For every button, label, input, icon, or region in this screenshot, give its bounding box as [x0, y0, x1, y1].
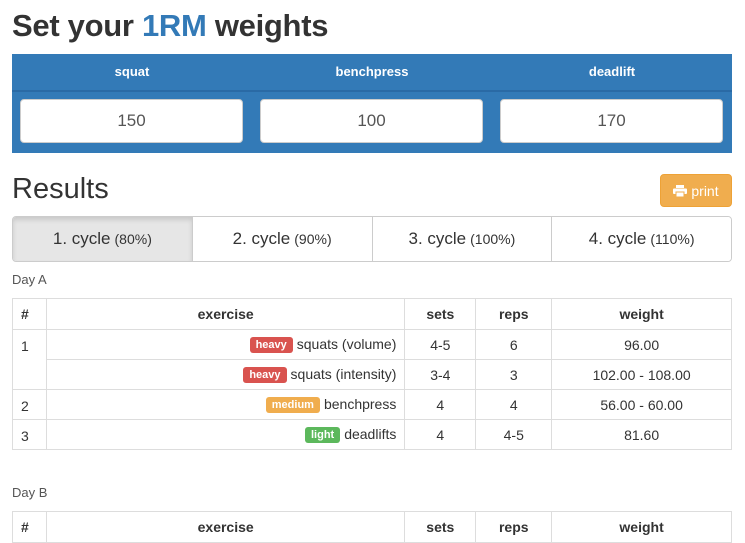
- day-b-table: # exercise sets reps weight: [12, 511, 732, 543]
- rm-label-benchpress: benchpress: [335, 64, 409, 79]
- table-header-row: # exercise sets reps weight: [12, 298, 732, 330]
- header-sets: sets: [404, 511, 477, 543]
- exercise-name: deadlifts: [344, 426, 397, 442]
- rm-label-squat: squat: [114, 64, 150, 79]
- day-a-label: Day A: [12, 272, 47, 287]
- table-row: 2 medium benchpress 4 4 56.00 - 60.00: [12, 389, 732, 420]
- exercise-cell: medium benchpress: [45, 389, 406, 420]
- header-weight: weight: [551, 298, 732, 330]
- weight-cell: 81.60: [551, 419, 732, 450]
- day-b-label: Day B: [12, 485, 48, 500]
- row-num: 1: [12, 329, 47, 390]
- sets-cell: 3-4: [404, 359, 477, 390]
- tab-label: 1. cycle: [52, 229, 111, 248]
- title-accent: 1RM: [141, 8, 207, 43]
- tab-cycle-4[interactable]: 4. cycle (110%): [552, 217, 731, 261]
- tab-percent: (100%): [470, 231, 516, 247]
- table-row: heavy squats (intensity) 3-4 3 102.00 - 1…: [13, 359, 732, 390]
- tab-percent: (80%): [114, 231, 152, 247]
- tab-label: 2. cycle: [232, 229, 291, 248]
- header-sets: sets: [404, 298, 477, 330]
- tab-percent: (110%): [650, 231, 695, 247]
- table-header-row: # exercise sets reps weight: [12, 511, 732, 543]
- intensity-badge: heavy: [249, 337, 293, 353]
- exercise-name: squats (intensity): [290, 366, 397, 382]
- header-reps: reps: [475, 511, 553, 543]
- weight-cell: 56.00 - 60.00: [551, 389, 732, 420]
- header-exercise: exercise: [45, 511, 406, 543]
- deadlift-input[interactable]: [500, 99, 723, 143]
- exercise-cell: heavy squats (intensity): [45, 359, 406, 390]
- header-num: #: [12, 298, 47, 330]
- sets-cell: 4: [404, 419, 477, 450]
- title-prefix: Set your: [12, 8, 134, 43]
- results-title: Results: [12, 173, 109, 205]
- sets-cell: 4: [404, 389, 477, 420]
- intensity-badge: light: [304, 427, 341, 443]
- row-num: 3: [12, 419, 47, 450]
- tab-cycle-3[interactable]: 3. cycle (100%): [372, 217, 553, 261]
- printer-icon: [673, 184, 688, 197]
- intensity-badge: heavy: [243, 367, 287, 383]
- weight-cell: 102.00 - 108.00: [551, 359, 732, 390]
- squat-input[interactable]: [20, 99, 243, 143]
- cycle-tabs: 1. cycle (80%) 2. cycle (90%) 3. cycle (100…: [12, 216, 732, 262]
- exercise-name: squats (volume): [296, 336, 397, 352]
- exercise-cell: heavy squats (volume): [45, 329, 406, 360]
- row-num: 2: [12, 389, 47, 420]
- header-num: #: [12, 511, 47, 543]
- rm-header-row: squat benchpress deadlift: [12, 54, 732, 92]
- reps-cell: 4-5: [475, 419, 553, 450]
- header-weight: weight: [551, 511, 732, 543]
- print-label: print: [691, 182, 719, 199]
- benchpress-input[interactable]: [260, 99, 483, 143]
- table-row: 1 heavy squats (volume) 4-5 6 96.00: [12, 329, 732, 390]
- tab-label: 3. cycle: [408, 229, 467, 248]
- reps-cell: 3: [475, 359, 553, 390]
- weight-cell: 96.00: [551, 329, 732, 360]
- table-row: 3 light deadlifts 4 4-5 81.60: [12, 419, 732, 450]
- header-reps: reps: [475, 298, 553, 330]
- tab-cycle-2[interactable]: 2. cycle (90%): [192, 217, 373, 261]
- tab-percent: (90%): [294, 231, 332, 247]
- page-title: Set your 1RM weights: [12, 8, 328, 44]
- exercise-name: benchpress: [323, 396, 397, 412]
- exercise-cell: light deadlifts: [45, 419, 406, 450]
- tab-cycle-1[interactable]: 1. cycle (80%): [13, 217, 193, 261]
- sets-cell: 4-5: [404, 329, 477, 360]
- print-button[interactable]: print: [660, 174, 732, 207]
- title-suffix: weights: [214, 8, 329, 43]
- rm-label-deadlift: deadlift: [588, 64, 636, 79]
- header-exercise: exercise: [45, 298, 406, 330]
- reps-cell: 6: [475, 329, 553, 360]
- day-a-table: # exercise sets reps weight 1 heavy squat…: [12, 298, 732, 450]
- tab-label: 4. cycle: [588, 229, 647, 248]
- rm-panel: squat benchpress deadlift: [12, 54, 732, 153]
- intensity-badge: medium: [265, 397, 320, 413]
- reps-cell: 4: [475, 389, 553, 420]
